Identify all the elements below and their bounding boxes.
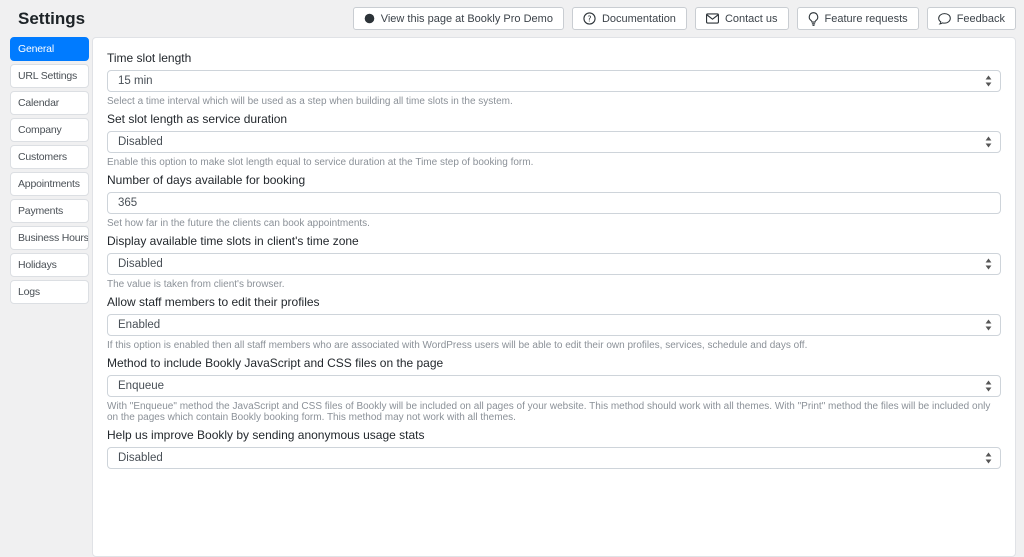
field-label: Method to include Bookly JavaScript and …: [107, 356, 444, 370]
select-arrows-icon: [985, 258, 992, 270]
field-label: Display available time slots in client's…: [107, 234, 359, 248]
sidebar-tab-appointments[interactable]: Appointments: [10, 172, 89, 196]
form-field: Help us improve Bookly by sending anonym…: [107, 428, 1001, 469]
svg-text:?: ?: [587, 14, 591, 23]
form-field: Set slot length as service duration Disa…: [107, 112, 1001, 168]
header-button-label: Feature requests: [824, 12, 908, 25]
page-header: Settings View this page at Bookly Pro De…: [0, 0, 1024, 35]
field-label: Set slot length as service duration: [107, 112, 288, 126]
form-field: Number of days available for booking Set…: [107, 173, 1001, 229]
field-label: Number of days available for booking: [107, 173, 306, 187]
sidebar-tab-calendar[interactable]: Calendar: [10, 91, 89, 115]
header-button-contact-us[interactable]: Contact us: [694, 7, 789, 30]
lightbulb-icon: [808, 11, 819, 26]
select-value: Enqueue: [118, 380, 165, 392]
header-buttons: View this page at Bookly Pro Demo ? Docu…: [352, 7, 1016, 30]
header-button-label: View this page at Bookly Pro Demo: [380, 12, 553, 25]
header-button-label: Contact us: [724, 12, 778, 25]
field-help-text: With "Enqueue" method the JavaScript and…: [107, 401, 991, 423]
select-display-available-time-slots-in-client-s-time-zone[interactable]: Disabled: [107, 253, 1001, 275]
page-title: Settings: [18, 8, 86, 28]
envelope-icon: [705, 13, 719, 24]
header-button-feature-requests[interactable]: Feature requests: [796, 7, 919, 30]
chat-bubble-icon: [937, 12, 951, 25]
field-help-text: The value is taken from client's browser…: [107, 279, 285, 290]
select-value: Disabled: [118, 136, 163, 148]
sidebar-tab-holidays[interactable]: Holidays: [10, 253, 89, 277]
header-button-documentation[interactable]: ? Documentation: [571, 7, 687, 30]
select-help-us-improve-bookly-by-sending-anonymous-usage-stats[interactable]: Disabled: [107, 447, 1001, 469]
field-help-text: Set how far in the future the clients ca…: [107, 218, 370, 229]
field-label: Allow staff members to edit their profil…: [107, 295, 320, 309]
form-field: Method to include Bookly JavaScript and …: [107, 356, 1001, 423]
select-value: 15 min: [118, 75, 153, 87]
header-button-view-this-page-at-bookly-pro-demo[interactable]: View this page at Bookly Pro Demo: [352, 7, 564, 30]
header-button-label: Feedback: [956, 12, 1005, 25]
field-help-text: Select a time interval which will be use…: [107, 96, 513, 107]
select-method-to-include-bookly-javascript-and-css-files-on-the-page[interactable]: Enqueue: [107, 375, 1001, 397]
bookly-demo-icon: [364, 13, 375, 24]
sidebar-tab-url-settings[interactable]: URL Settings: [10, 64, 89, 88]
form-field: Time slot length 15 min Select a time in…: [107, 51, 1001, 107]
sidebar-tab-business-hours[interactable]: Business Hours: [10, 226, 89, 250]
sidebar-tab-logs[interactable]: Logs: [10, 280, 89, 304]
header-button-feedback[interactable]: Feedback: [926, 7, 1016, 30]
header-button-label: Documentation: [601, 12, 676, 25]
input-number-of-days-available-for-booking[interactable]: [107, 192, 1001, 214]
select-arrows-icon: [985, 75, 992, 87]
sidebar-tab-general[interactable]: General: [10, 37, 89, 61]
settings-panel: Time slot length 15 min Select a time in…: [92, 37, 1016, 557]
select-allow-staff-members-to-edit-their-profiles[interactable]: Enabled: [107, 314, 1001, 336]
field-label: Time slot length: [107, 51, 192, 65]
select-time-slot-length[interactable]: 15 min: [107, 70, 1001, 92]
form-field: Allow staff members to edit their profil…: [107, 295, 1001, 351]
field-help-text: If this option is enabled then all staff…: [107, 340, 808, 351]
select-value: Disabled: [118, 452, 163, 464]
select-arrows-icon: [985, 452, 992, 464]
sidebar-tab-payments[interactable]: Payments: [10, 199, 89, 223]
field-label: Help us improve Bookly by sending anonym…: [107, 428, 425, 442]
question-circle-icon: ?: [583, 12, 596, 25]
select-arrows-icon: [985, 319, 992, 331]
sidebar-tab-company[interactable]: Company: [10, 118, 89, 142]
select-value: Enabled: [118, 319, 161, 331]
select-arrows-icon: [985, 380, 992, 392]
form-field: Display available time slots in client's…: [107, 234, 1001, 290]
bookly-settings-page: Settings View this page at Bookly Pro De…: [0, 0, 1024, 557]
settings-nav: General URL Settings Calendar Company Cu…: [10, 37, 89, 304]
select-set-slot-length-as-service-duration[interactable]: Disabled: [107, 131, 1001, 153]
page-body: General URL Settings Calendar Company Cu…: [0, 35, 1024, 557]
field-help-text: Enable this option to make slot length e…: [107, 157, 534, 168]
select-arrows-icon: [985, 136, 992, 148]
select-value: Disabled: [118, 258, 163, 270]
sidebar-tab-customers[interactable]: Customers: [10, 145, 89, 169]
